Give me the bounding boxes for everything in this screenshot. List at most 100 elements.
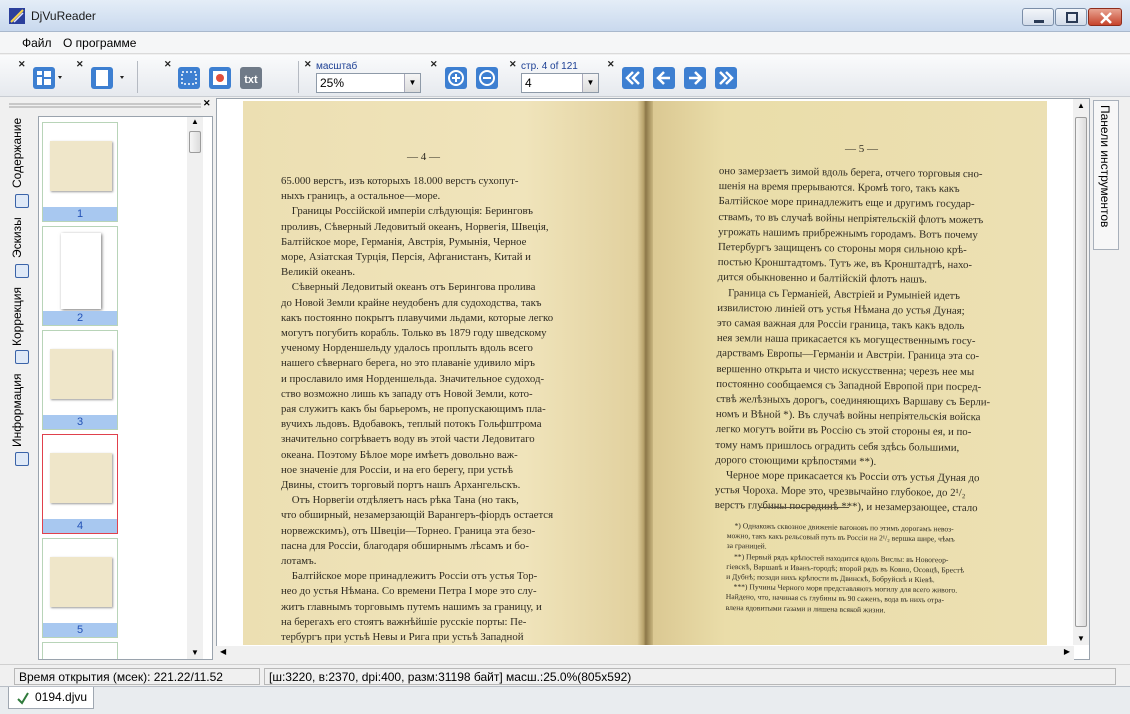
- panel-header: ✕: [5, 98, 213, 114]
- next-page-button[interactable]: [683, 66, 707, 90]
- last-page-icon: [715, 67, 737, 89]
- document-viewer[interactable]: — 4 — 65.000 верстъ, изъ которыхъ 18.000…: [216, 98, 1090, 660]
- close-icon[interactable]: ✕: [164, 59, 172, 70]
- thumbnail-item[interactable]: 5: [42, 538, 118, 638]
- thumbnail-image: [50, 141, 112, 191]
- status-bar: Время открытия (мсек): 221.22/11.52 [ш:3…: [0, 664, 1130, 686]
- close-icon[interactable]: ✕: [203, 98, 211, 109]
- thumbnail-image: [61, 233, 101, 309]
- viewer-horizontal-scrollbar[interactable]: ◀ ▶: [216, 646, 1074, 660]
- left-page: — 4 — 65.000 верстъ, изъ которыхъ 18.000…: [243, 101, 645, 645]
- scroll-up-icon[interactable]: ▲: [191, 117, 199, 126]
- page-crease: [637, 101, 653, 645]
- thumbnail-scrollbar[interactable]: ▲ ▼: [187, 117, 203, 659]
- tab-information-label: Информация: [10, 373, 24, 447]
- scroll-left-icon[interactable]: ◀: [220, 647, 226, 656]
- tool-panels-tab[interactable]: Панели инструментов: [1093, 100, 1119, 250]
- info-icon: [15, 452, 29, 466]
- txt-icon: txt: [240, 67, 262, 89]
- layout-icon: [33, 67, 62, 89]
- status-info: [ш:3220, в:2370, dpi:400, разм:31198 бай…: [264, 668, 1116, 685]
- thumbnail-number: 5: [43, 623, 117, 637]
- close-icon[interactable]: ✕: [509, 59, 517, 70]
- thumbnail-item[interactable]: 3: [42, 330, 118, 430]
- close-icon[interactable]: ✕: [76, 59, 84, 70]
- tab-contents-label: Содержание: [10, 117, 24, 188]
- zoom-in-icon: [445, 67, 467, 89]
- separator: [298, 61, 299, 93]
- separator: [137, 61, 138, 93]
- zoom-out-button[interactable]: [475, 66, 499, 90]
- scrollbar-thumb[interactable]: [1075, 117, 1087, 627]
- zoom-in-button[interactable]: [444, 66, 468, 90]
- viewer-vertical-scrollbar[interactable]: ▲ ▼: [1073, 99, 1089, 645]
- tab-correction-label: Коррекция: [10, 286, 24, 346]
- first-page-icon: [622, 67, 644, 89]
- first-page-button[interactable]: [621, 66, 645, 90]
- page-label: стр. 4 of 121: [521, 61, 578, 72]
- tab-correction[interactable]: Коррекция: [10, 286, 34, 366]
- chevron-down-icon[interactable]: ▼: [582, 74, 598, 92]
- tab-thumbnails-label: Эскизы: [10, 217, 24, 259]
- page-view-button[interactable]: [90, 66, 124, 90]
- scroll-down-icon[interactable]: ▼: [191, 648, 199, 657]
- select-rect-icon: [178, 67, 200, 89]
- right-page: — 5 — оно замерзаетъ зимой вдоль берега,…: [645, 101, 1047, 645]
- chevron-down-icon[interactable]: ▼: [404, 74, 420, 92]
- prev-page-icon: [653, 67, 675, 89]
- layout-button[interactable]: [32, 66, 62, 90]
- page-select[interactable]: 4 ▼: [521, 73, 599, 93]
- close-icon[interactable]: ✕: [607, 59, 615, 70]
- scroll-down-icon[interactable]: ▼: [1077, 634, 1085, 643]
- thumbnail-item[interactable]: 1: [42, 122, 118, 222]
- scroll-up-icon[interactable]: ▲: [1077, 101, 1085, 110]
- prev-page-button[interactable]: [652, 66, 676, 90]
- tab-thumbnails[interactable]: Эскизы: [10, 214, 34, 280]
- thumbnail-panel: 1 2 3 4 5 ▲ ▼: [38, 116, 213, 660]
- maximize-button[interactable]: [1055, 8, 1087, 26]
- tab-information[interactable]: Информация: [10, 372, 34, 468]
- right-tool-panel: Панели инструментов: [1090, 98, 1124, 660]
- image-icon: [209, 67, 231, 89]
- minimize-button[interactable]: [1022, 8, 1054, 26]
- close-icon[interactable]: ✕: [430, 59, 438, 70]
- thumbnail-item[interactable]: [42, 642, 118, 659]
- close-icon[interactable]: ✕: [304, 59, 312, 70]
- tab-file[interactable]: 0194.djvu: [8, 687, 94, 709]
- thumbnail-number: 2: [43, 311, 117, 325]
- select-rect-button[interactable]: [177, 66, 201, 90]
- last-page-button[interactable]: [714, 66, 738, 90]
- footnote-rule: [759, 507, 849, 508]
- page-value: 4: [525, 76, 532, 90]
- tab-contents[interactable]: Содержание: [10, 117, 34, 210]
- menu-file[interactable]: Файл: [22, 36, 52, 50]
- next-page-icon: [684, 67, 706, 89]
- txt-button[interactable]: txt: [239, 66, 263, 90]
- wrench-icon: [15, 350, 29, 364]
- check-icon: [17, 692, 29, 705]
- menu-bar: Файл О программе: [0, 32, 1130, 54]
- sidebar-tabs: Содержание Эскизы Коррекция Информация: [7, 106, 37, 660]
- thumbnail-image: [50, 557, 112, 607]
- scrollbar-thumb[interactable]: [189, 131, 201, 153]
- contents-icon: [15, 194, 29, 208]
- thumbnail-item[interactable]: 2: [42, 226, 118, 326]
- close-icon[interactable]: ✕: [18, 59, 26, 70]
- thumbnails-icon: [15, 264, 29, 278]
- panel-grip: [9, 103, 201, 108]
- document-tabs: 0194.djvu: [0, 686, 1130, 714]
- right-page-text: оно замерзаетъ зимой вдоль берега, отчег…: [714, 164, 991, 515]
- scroll-right-icon[interactable]: ▶: [1064, 647, 1070, 656]
- zoom-select[interactable]: 25% ▼: [316, 73, 421, 93]
- thumbnail-item-active[interactable]: 4: [42, 434, 118, 534]
- close-button[interactable]: [1088, 8, 1122, 26]
- djvu-app-icon: [9, 8, 25, 24]
- title-bar: DjVuReader: [0, 0, 1130, 32]
- menu-about[interactable]: О программе: [63, 36, 136, 50]
- zoom-value: 25%: [320, 76, 345, 90]
- left-page-number: — 4 —: [407, 151, 440, 163]
- tool-panels-label: Панели инструментов: [1098, 105, 1112, 228]
- footnotes-text: *) Однакожъ сквозное движеніе вагоновъ п…: [725, 521, 965, 615]
- image-button[interactable]: [208, 66, 232, 90]
- thumbnail-number: 4: [43, 519, 117, 533]
